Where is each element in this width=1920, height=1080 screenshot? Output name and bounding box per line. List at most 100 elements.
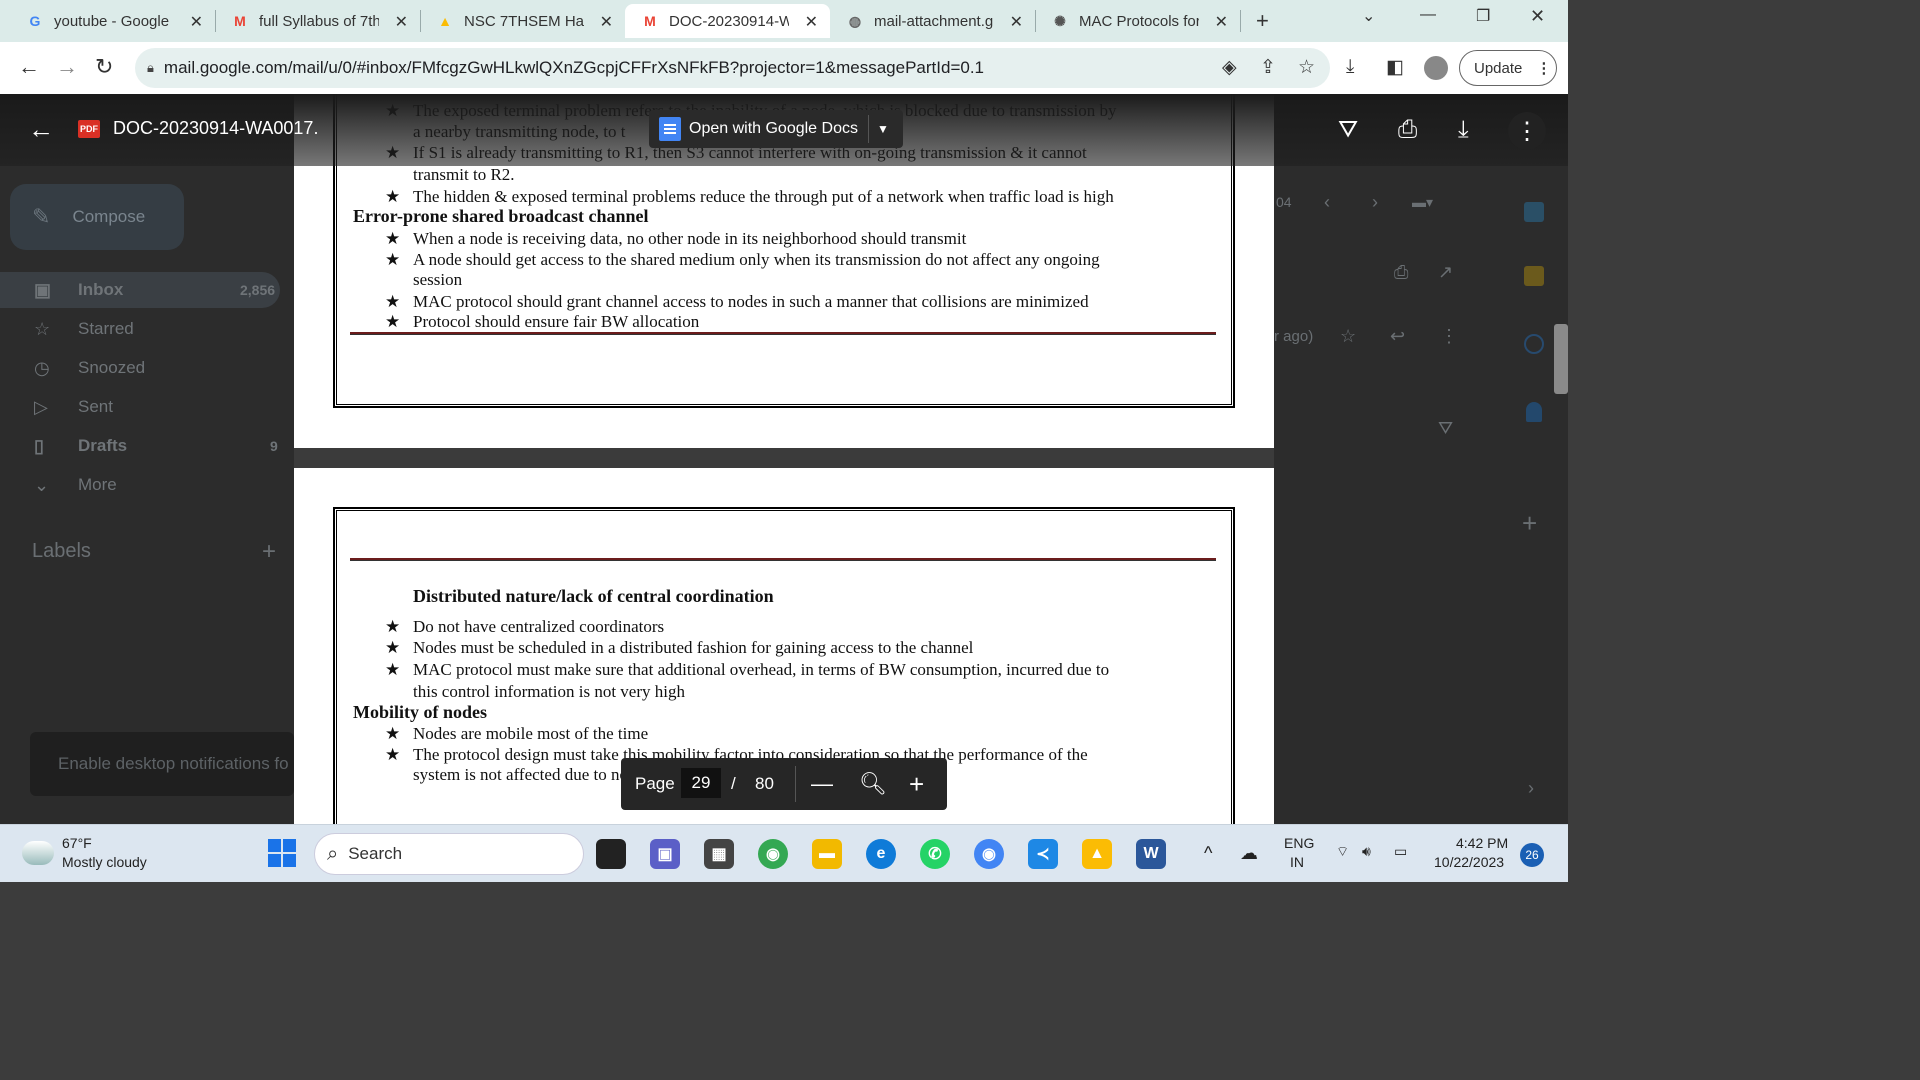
word-icon[interactable]: W [1136,839,1166,869]
tasks-icon[interactable] [1524,334,1544,354]
profile-avatar[interactable] [1424,56,1448,80]
star-icon[interactable]: ☆ [1340,326,1356,347]
more-vert-icon[interactable]: ⋮ [1508,112,1546,150]
tab-label: mail-attachment.g [874,12,994,30]
restore-button[interactable]: ❐ [1476,6,1490,26]
close-viewer-arrow-icon[interactable]: ← [28,114,54,145]
close-icon[interactable]: ✕ [600,12,613,32]
tab-label: youtube - Google [54,12,170,30]
tab-youtube-google[interactable]: G youtube - Google ✕ [10,4,215,38]
add-label-icon[interactable]: + [262,538,276,566]
zoom-in-icon[interactable]: + [909,769,924,800]
windows-start-icon[interactable] [268,839,296,867]
chevron-up-icon[interactable]: ^ [1204,843,1212,864]
sidebar-item-more[interactable]: ⌄ More [0,467,294,503]
nav-count: 9 [270,438,278,454]
add-to-drive-icon[interactable]: ⛛ [1438,418,1453,439]
file-explorer-icon[interactable]: ▬ [812,839,842,869]
star-bullet-icon: ★ [385,187,401,206]
store-icon[interactable]: ▦ [704,839,734,869]
tab-mail-attachment[interactable]: ◍ mail-attachment.g ✕ [830,4,1035,38]
keep-icon[interactable] [1524,266,1544,286]
print-icon[interactable]: ⎙ [1398,116,1417,144]
onedrive-cloud-icon[interactable]: ☁ [1240,843,1258,864]
expand-chevron-icon[interactable]: › [1528,778,1534,799]
edge-icon[interactable]: e [866,839,896,869]
print-icon[interactable]: ⎙ [1394,262,1408,283]
clock-date[interactable]: 10/22/2023 [1434,854,1504,870]
taskbar-search-box[interactable]: ⌕ Search [314,833,584,875]
close-icon[interactable]: ✕ [395,12,408,32]
pencil-icon: ✎ [32,204,51,229]
task-view-icon[interactable] [596,839,626,869]
tab-nsc-7thsem[interactable]: ▲ NSC 7THSEM Hand ✕ [420,4,625,38]
file-title: DOC-20230914-WA0017. [113,118,319,138]
volume-icon[interactable]: 🔊︎ [1362,843,1371,860]
teams-icon[interactable]: ▣ [650,839,680,869]
page-number-input[interactable]: 29 [681,768,721,798]
new-tab-button[interactable]: + [1256,8,1269,34]
tab-search-chevron-icon[interactable]: ⌄ [1362,6,1375,26]
desktop-notification-banner[interactable]: Enable desktop notifications fo [30,732,294,796]
keyboard-icon[interactable]: ▬▾ [1412,194,1433,211]
chrome-icon[interactable]: ◉ [758,839,788,869]
scrollbar-thumb[interactable] [1554,324,1568,394]
forward-arrow-icon[interactable]: → [56,54,78,80]
bullet-item: ★ MAC protocol should grant channel acces… [385,291,1215,312]
tab-mac-protocols[interactable]: ✺ MAC Protocols for ✕ [1035,4,1240,38]
close-icon[interactable]: ✕ [1010,12,1023,32]
url-field[interactable]: 🔒︎ mail.google.com/mail/u/0/#inbox/FMfcg… [135,48,1330,88]
star-bullet-icon: ★ [385,312,401,331]
window-close-button[interactable]: ✕ [1530,6,1545,27]
open-with-google-docs-button[interactable]: Open with Google Docs ▼ [649,110,903,148]
star-bullet-icon: ★ [385,724,401,743]
add-addon-icon[interactable]: + [1522,508,1537,539]
add-to-drive-icon[interactable]: ⛛ [1338,116,1358,144]
star-bullet-icon: ★ [385,745,401,764]
sidebar-item-drafts[interactable]: ▯ Drafts 9 [0,428,294,464]
battery-icon[interactable]: ▭ [1394,843,1407,860]
download-icon[interactable]: ⤓ [1346,56,1354,78]
vscode-icon[interactable]: ≺ [1028,839,1058,869]
share-icon[interactable]: ⇪ [1260,56,1276,79]
whatsapp-icon[interactable]: ✆ [920,839,950,869]
bookmark-star-icon[interactable]: ☆ [1298,56,1315,79]
more-vert-icon: ⋮ [1536,60,1552,77]
sidebar-item-snoozed[interactable]: ◷ Snoozed [0,350,294,386]
compose-button[interactable]: ✎ Compose [10,184,184,250]
reply-icon[interactable]: ↩ [1390,326,1405,347]
google-drive-icon[interactable]: ▲ [1082,839,1112,869]
notification-count-badge[interactable]: 26 [1520,843,1544,867]
update-button[interactable]: Update ⋮ [1459,50,1557,86]
caret-down-icon[interactable]: ▼ [877,122,889,136]
sidebar-item-starred[interactable]: ☆ Starred [0,311,294,347]
download-icon[interactable]: ⤓ [1458,116,1469,144]
contacts-icon[interactable] [1526,402,1542,422]
prev-icon[interactable]: ‹ [1324,192,1330,213]
more-vert-icon[interactable]: ⋮ [1440,326,1458,347]
open-new-window-icon[interactable]: ↗ [1438,262,1453,283]
globe-icon: ◍ [848,12,862,29]
tab-doc-active[interactable]: M DOC-20230914-W ✕ [625,4,830,38]
side-panel-icon[interactable]: ◧ [1386,56,1404,79]
zoom-magnifier-icon[interactable]: 🔍︎ [859,771,887,797]
section-heading: Distributed nature/lack of central coord… [413,586,774,606]
reload-icon[interactable]: ↻ [95,54,113,80]
back-arrow-icon[interactable]: ← [18,54,40,80]
install-app-icon[interactable]: ◈ [1222,56,1237,79]
lock-icon: 🔒︎ [147,60,154,75]
close-icon[interactable]: ✕ [805,12,818,32]
close-icon[interactable]: ✕ [190,12,203,32]
minimize-button[interactable]: — [1420,6,1436,24]
sidebar-item-inbox[interactable]: ▣ Inbox 2,856 [0,272,280,308]
language-label[interactable]: ENG [1284,835,1314,851]
zoom-out-icon[interactable]: — [811,771,833,797]
calendar-icon[interactable] [1524,202,1544,222]
sidebar-item-sent[interactable]: ▷ Sent [0,389,294,425]
next-icon[interactable]: › [1372,192,1378,213]
clock-time[interactable]: 4:42 PM [1456,835,1508,851]
close-icon[interactable]: ✕ [1215,12,1228,32]
wifi-icon[interactable]: ⌔ [1336,843,1349,861]
chrome-profile-icon[interactable]: ◉ [974,839,1004,869]
tab-full-syllabus[interactable]: M full Syllabus of 7th ✕ [215,4,420,38]
